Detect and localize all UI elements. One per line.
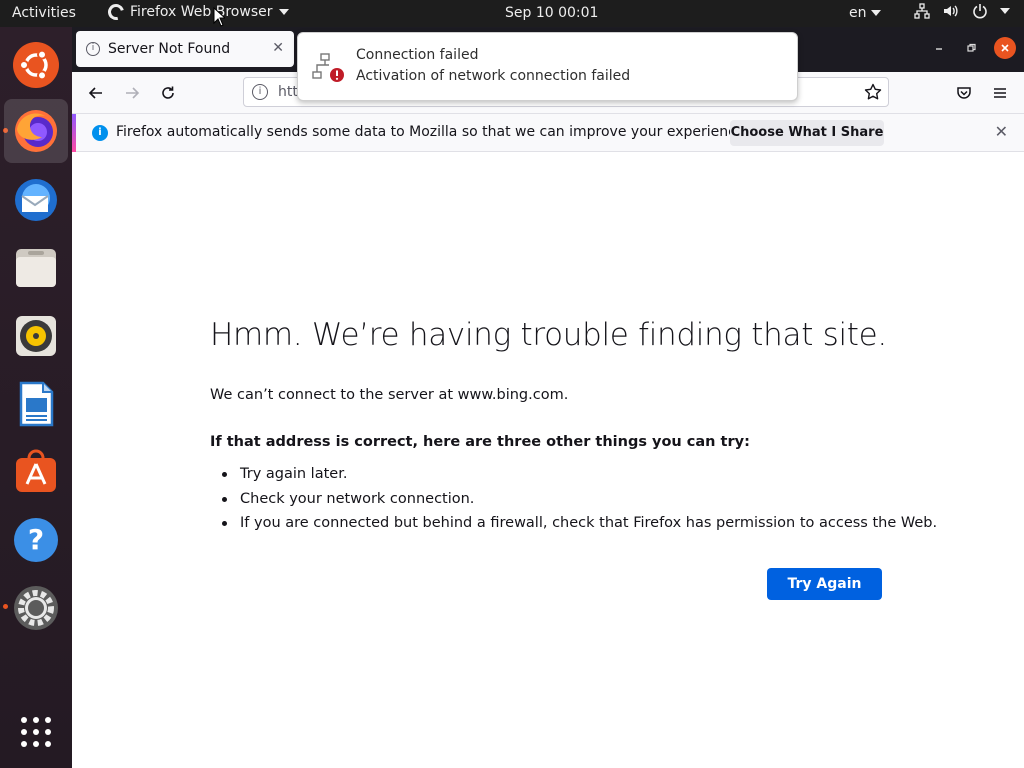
reload-button[interactable] [156, 81, 180, 105]
try-again-button[interactable]: Try Again [767, 568, 882, 600]
hamburger-menu-icon [994, 88, 1006, 98]
software-center-icon [16, 449, 56, 492]
pocket-icon [957, 87, 971, 99]
site-info-icon[interactable]: i [252, 84, 268, 100]
libreoffice-writer-icon [19, 381, 54, 427]
top-bar: Activities Firefox Web Browser Sep 10 00… [0, 0, 1024, 27]
ubuntu-logo-icon [13, 42, 59, 88]
notification-title: Connection failed [356, 47, 479, 63]
menu-button[interactable] [988, 81, 1012, 105]
suggestion-list: Try again later. Check your network conn… [210, 464, 937, 538]
app-menu-label: Firefox Web Browser [130, 4, 273, 20]
network-icon [914, 3, 930, 19]
info-icon: i [86, 42, 100, 56]
chevron-down-icon [1000, 8, 1010, 14]
chevron-down-icon [870, 10, 881, 16]
back-button[interactable] [84, 81, 108, 105]
language-indicator[interactable]: en [849, 5, 881, 21]
reload-icon [162, 86, 174, 99]
dock-item-writer[interactable] [4, 372, 68, 436]
tab-server-not-found[interactable]: i Server Not Found ✕ [76, 31, 294, 67]
list-item: Check your network connection. [210, 489, 937, 514]
activities-button[interactable]: Activities [12, 5, 76, 21]
data-collection-notification: i Firefox automatically sends some data … [72, 114, 1024, 152]
pocket-button[interactable] [952, 81, 976, 105]
choose-what-i-share-button[interactable]: Choose What I Share [730, 120, 884, 146]
close-icon [1001, 44, 1009, 52]
dock-item-settings[interactable] [4, 576, 68, 640]
dock-item-files[interactable] [4, 236, 68, 300]
settings-icon [14, 586, 58, 630]
forward-arrow-icon [126, 87, 140, 99]
power-icon [972, 3, 988, 19]
forward-button[interactable] [120, 81, 144, 105]
system-menu[interactable] [914, 3, 1010, 19]
close-window-button[interactable] [994, 37, 1016, 59]
dock-item-thunderbird[interactable] [4, 168, 68, 232]
back-arrow-icon [88, 87, 102, 99]
show-applications-button[interactable] [4, 700, 68, 764]
volume-icon [942, 3, 960, 19]
firefox-app-icon [105, 1, 127, 23]
dock-item-ubuntu[interactable] [4, 33, 68, 97]
minimize-button[interactable] [928, 37, 950, 59]
files-icon [16, 249, 56, 287]
dock-item-firefox[interactable] [4, 99, 68, 163]
dock-item-help[interactable]: ? [4, 508, 68, 572]
bookmark-star-icon[interactable] [864, 83, 882, 105]
error-description: We can’t connect to the server at www.bi… [210, 387, 569, 403]
network-error-icon [310, 51, 346, 89]
show-applications-icon [21, 717, 51, 747]
dock-item-software[interactable] [4, 440, 68, 504]
app-menu[interactable]: Firefox Web Browser [105, 1, 289, 23]
list-item: If you are connected but behind a firewa… [210, 513, 937, 538]
thunderbird-icon [15, 179, 57, 221]
language-label: en [849, 5, 867, 21]
clock[interactable]: Sep 10 00:01 [505, 5, 598, 21]
close-tab-icon[interactable]: ✕ [272, 40, 284, 56]
restore-icon [967, 43, 976, 52]
error-title: Hmm. We’re having trouble finding that s… [210, 317, 887, 353]
info-icon: i [92, 125, 108, 141]
minimize-icon [936, 48, 942, 50]
tab-title: Server Not Found [108, 41, 231, 57]
dock-item-rhythmbox[interactable] [4, 304, 68, 368]
notification-body: Activation of network connection failed [356, 68, 631, 84]
error-suggestions-heading: If that address is correct, here are thr… [210, 434, 750, 450]
svg-text:?: ? [28, 523, 44, 556]
dock: ? [0, 27, 72, 768]
connection-failed-notification[interactable]: Connection failed Activation of network … [297, 32, 798, 101]
mouse-cursor-icon [213, 7, 225, 27]
rhythmbox-icon [16, 316, 56, 356]
notification-text: Firefox automatically sends some data to… [116, 124, 749, 140]
list-item: Try again later. [210, 464, 937, 489]
maximize-button[interactable] [960, 37, 982, 59]
help-icon: ? [14, 518, 58, 562]
chevron-down-icon [278, 9, 289, 15]
page-content: Hmm. We’re having trouble finding that s… [72, 153, 1024, 768]
firefox-icon [15, 110, 57, 152]
url-text: htt [278, 84, 298, 100]
close-notification-icon[interactable]: ✕ [995, 122, 1008, 141]
